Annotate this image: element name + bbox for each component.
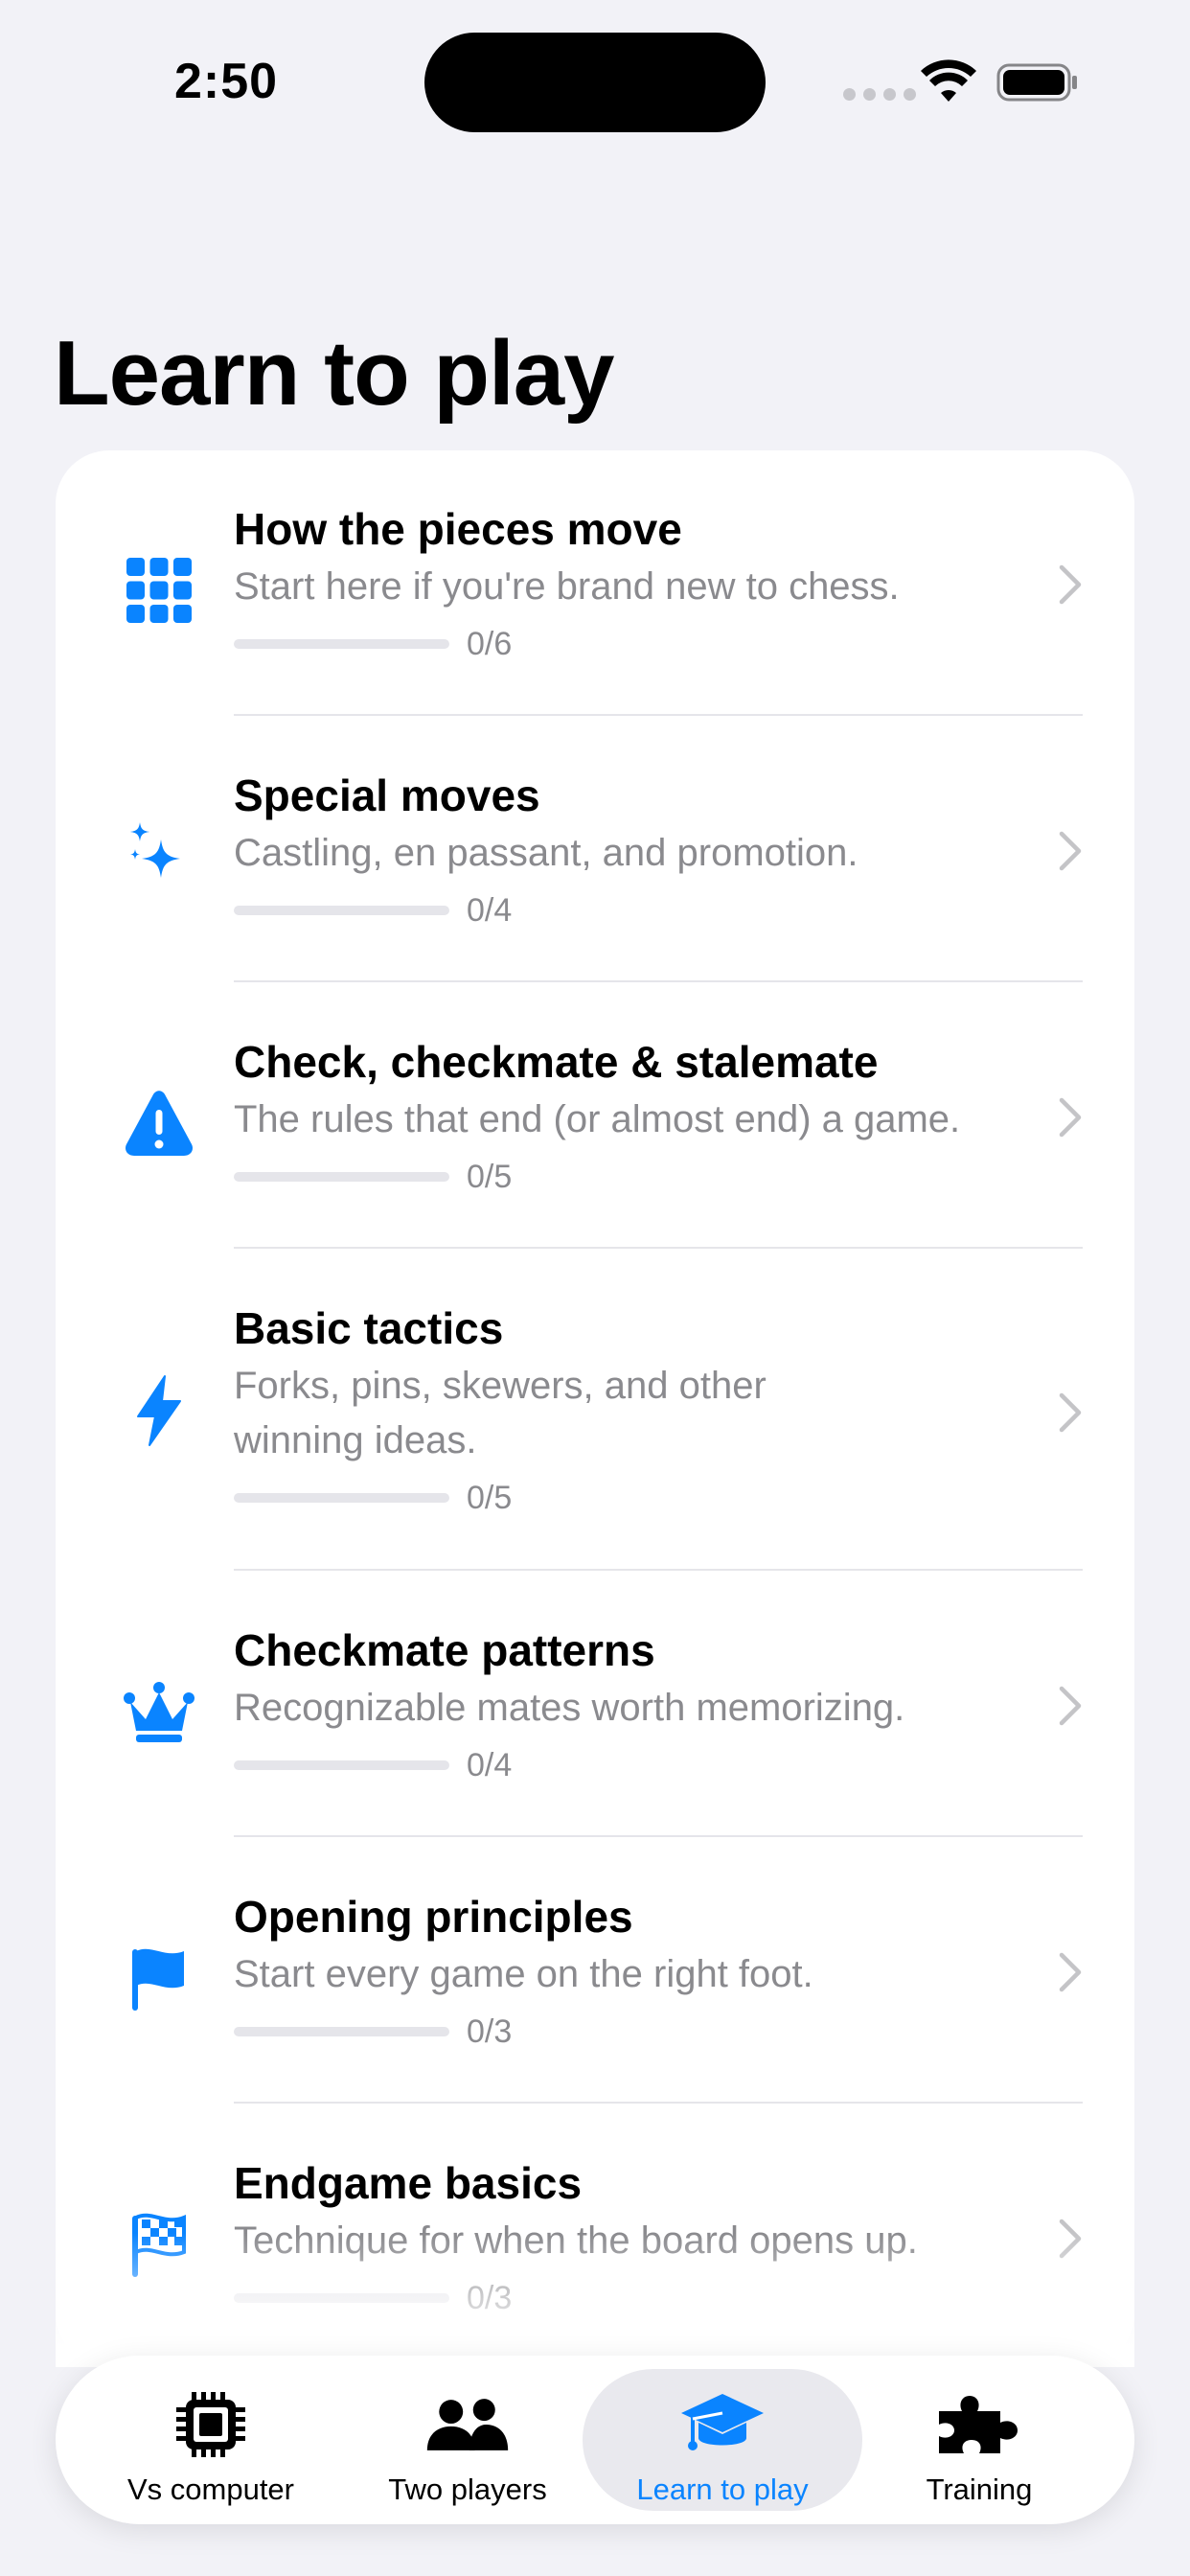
progress-count: 0/5 [467,1158,513,1195]
progress-count: 0/4 [467,1746,513,1783]
progress-bar [234,906,449,915]
progress-bar [234,2027,449,2036]
sparkles-icon [119,816,199,897]
page-title: Learn to play [54,322,614,425]
dynamic-island [424,33,766,132]
lesson-title: How the pieces move [234,504,682,554]
lesson-progress: 0/4 [234,886,1029,934]
lesson-progress: 0/6 [234,620,1029,668]
row-divider [234,980,1083,982]
lesson-row-special-moves[interactable]: Special moves Castling, en passant, and … [56,717,1134,981]
row-divider [234,714,1083,716]
chevron-right-icon [1059,831,1082,871]
puzzle-piece-icon [939,2396,1018,2453]
lesson-title: Opening principles [234,1892,633,1942]
lesson-row-opening-principles[interactable]: Opening principles Start every game on t… [56,1838,1134,2103]
tab-learn-to-play[interactable]: Learn to play [583,2369,862,2511]
lessons-list: How the pieces move Start here if you're… [56,450,1134,2367]
lesson-row-how-the-pieces-move[interactable]: How the pieces move Start here if you're… [56,450,1134,715]
lesson-subtitle: Recognizable mates worth memorizing. [234,1687,905,1729]
battery-icon [996,63,1077,102]
grid-icon [119,550,199,631]
lesson-subtitle: Start every game on the right foot. [234,1953,813,1995]
progress-bar [234,1172,449,1182]
crown-icon [119,1671,199,1752]
tab-training[interactable]: Training [839,2369,1119,2511]
tab-label: Training [926,2472,1033,2506]
lesson-subtitle: Castling, en passant, and promotion. [234,832,858,874]
progress-count: 0/4 [467,891,513,929]
chevron-right-icon [1059,1392,1082,1433]
row-divider [234,1569,1083,1571]
tab-vs-computer[interactable]: Vs computer [71,2369,351,2511]
chevron-right-icon [1059,564,1082,605]
lesson-progress: 0/3 [234,2008,1029,2056]
chevron-right-icon [1059,1097,1082,1138]
progress-count: 0/3 [467,2279,513,2316]
lesson-progress: 0/5 [234,1474,770,1522]
progress-count: 0/5 [467,1479,513,1516]
lesson-row-basic-tactics[interactable]: Basic tactics Forks, pins, skewers, and … [56,1250,1134,1570]
lesson-progress: 0/5 [234,1153,1029,1201]
graduation-cap-icon [681,2394,764,2450]
status-time: 2:50 [174,54,279,109]
progress-count: 0/6 [467,625,513,662]
lesson-row-endgame-basics[interactable]: Endgame basics Technique for when the bo… [56,2104,1134,2367]
lesson-subtitle: Forks, pins, skewers, and other winning … [234,1365,767,1461]
lesson-title: Basic tactics [234,1303,504,1353]
tab-label: Learn to play [636,2472,809,2506]
lesson-row-checkmate-patterns[interactable]: Checkmate patterns Recognizable mates wo… [56,1572,1134,1836]
cpu-chip-icon [176,2392,245,2457]
lesson-title: Endgame basics [234,2158,583,2208]
progress-bar [234,639,449,649]
chevron-right-icon [1059,2219,1082,2259]
tab-label: Two players [388,2472,547,2506]
row-divider [234,1247,1083,1249]
lesson-progress: 0/4 [234,1741,1029,1789]
lesson-subtitle: Start here if you're brand new to chess. [234,565,900,608]
two-people-icon [426,2399,509,2450]
lesson-title: Special moves [234,770,540,820]
lesson-row-check-checkmate-stalemate[interactable]: Check, checkmate & stalemate The rules t… [56,983,1134,1248]
chevron-right-icon [1059,1952,1082,1992]
tab-two-players[interactable]: Two players [328,2369,607,2511]
tab-bar: Vs computer Two players Learn to play Tr… [56,2356,1134,2524]
warning-triangle-icon [119,1083,199,1163]
chevron-right-icon [1059,1686,1082,1726]
flag-icon [119,1938,199,2018]
cellular-signal-icon [843,88,916,101]
tab-label: Vs computer [126,2472,294,2506]
lesson-subtitle: The rules that end (or almost end) a gam… [234,1098,961,1140]
row-divider [234,2102,1083,2104]
lesson-title: Checkmate patterns [234,1625,655,1675]
lesson-subtitle: Technique for when the board opens up. [234,2220,918,2262]
lesson-title: Check, checkmate & stalemate [234,1037,879,1087]
lesson-progress: 0/3 [234,2274,1029,2322]
progress-bar [234,1760,449,1770]
progress-bar [234,2293,449,2303]
lightning-bolt-icon [119,1370,199,1451]
row-divider [234,1835,1083,1837]
status-bar: 2:50 [0,0,1190,163]
checkered-flag-icon [119,2204,199,2285]
wifi-icon [921,59,976,102]
progress-bar [234,1493,449,1503]
progress-count: 0/3 [467,2012,513,2050]
